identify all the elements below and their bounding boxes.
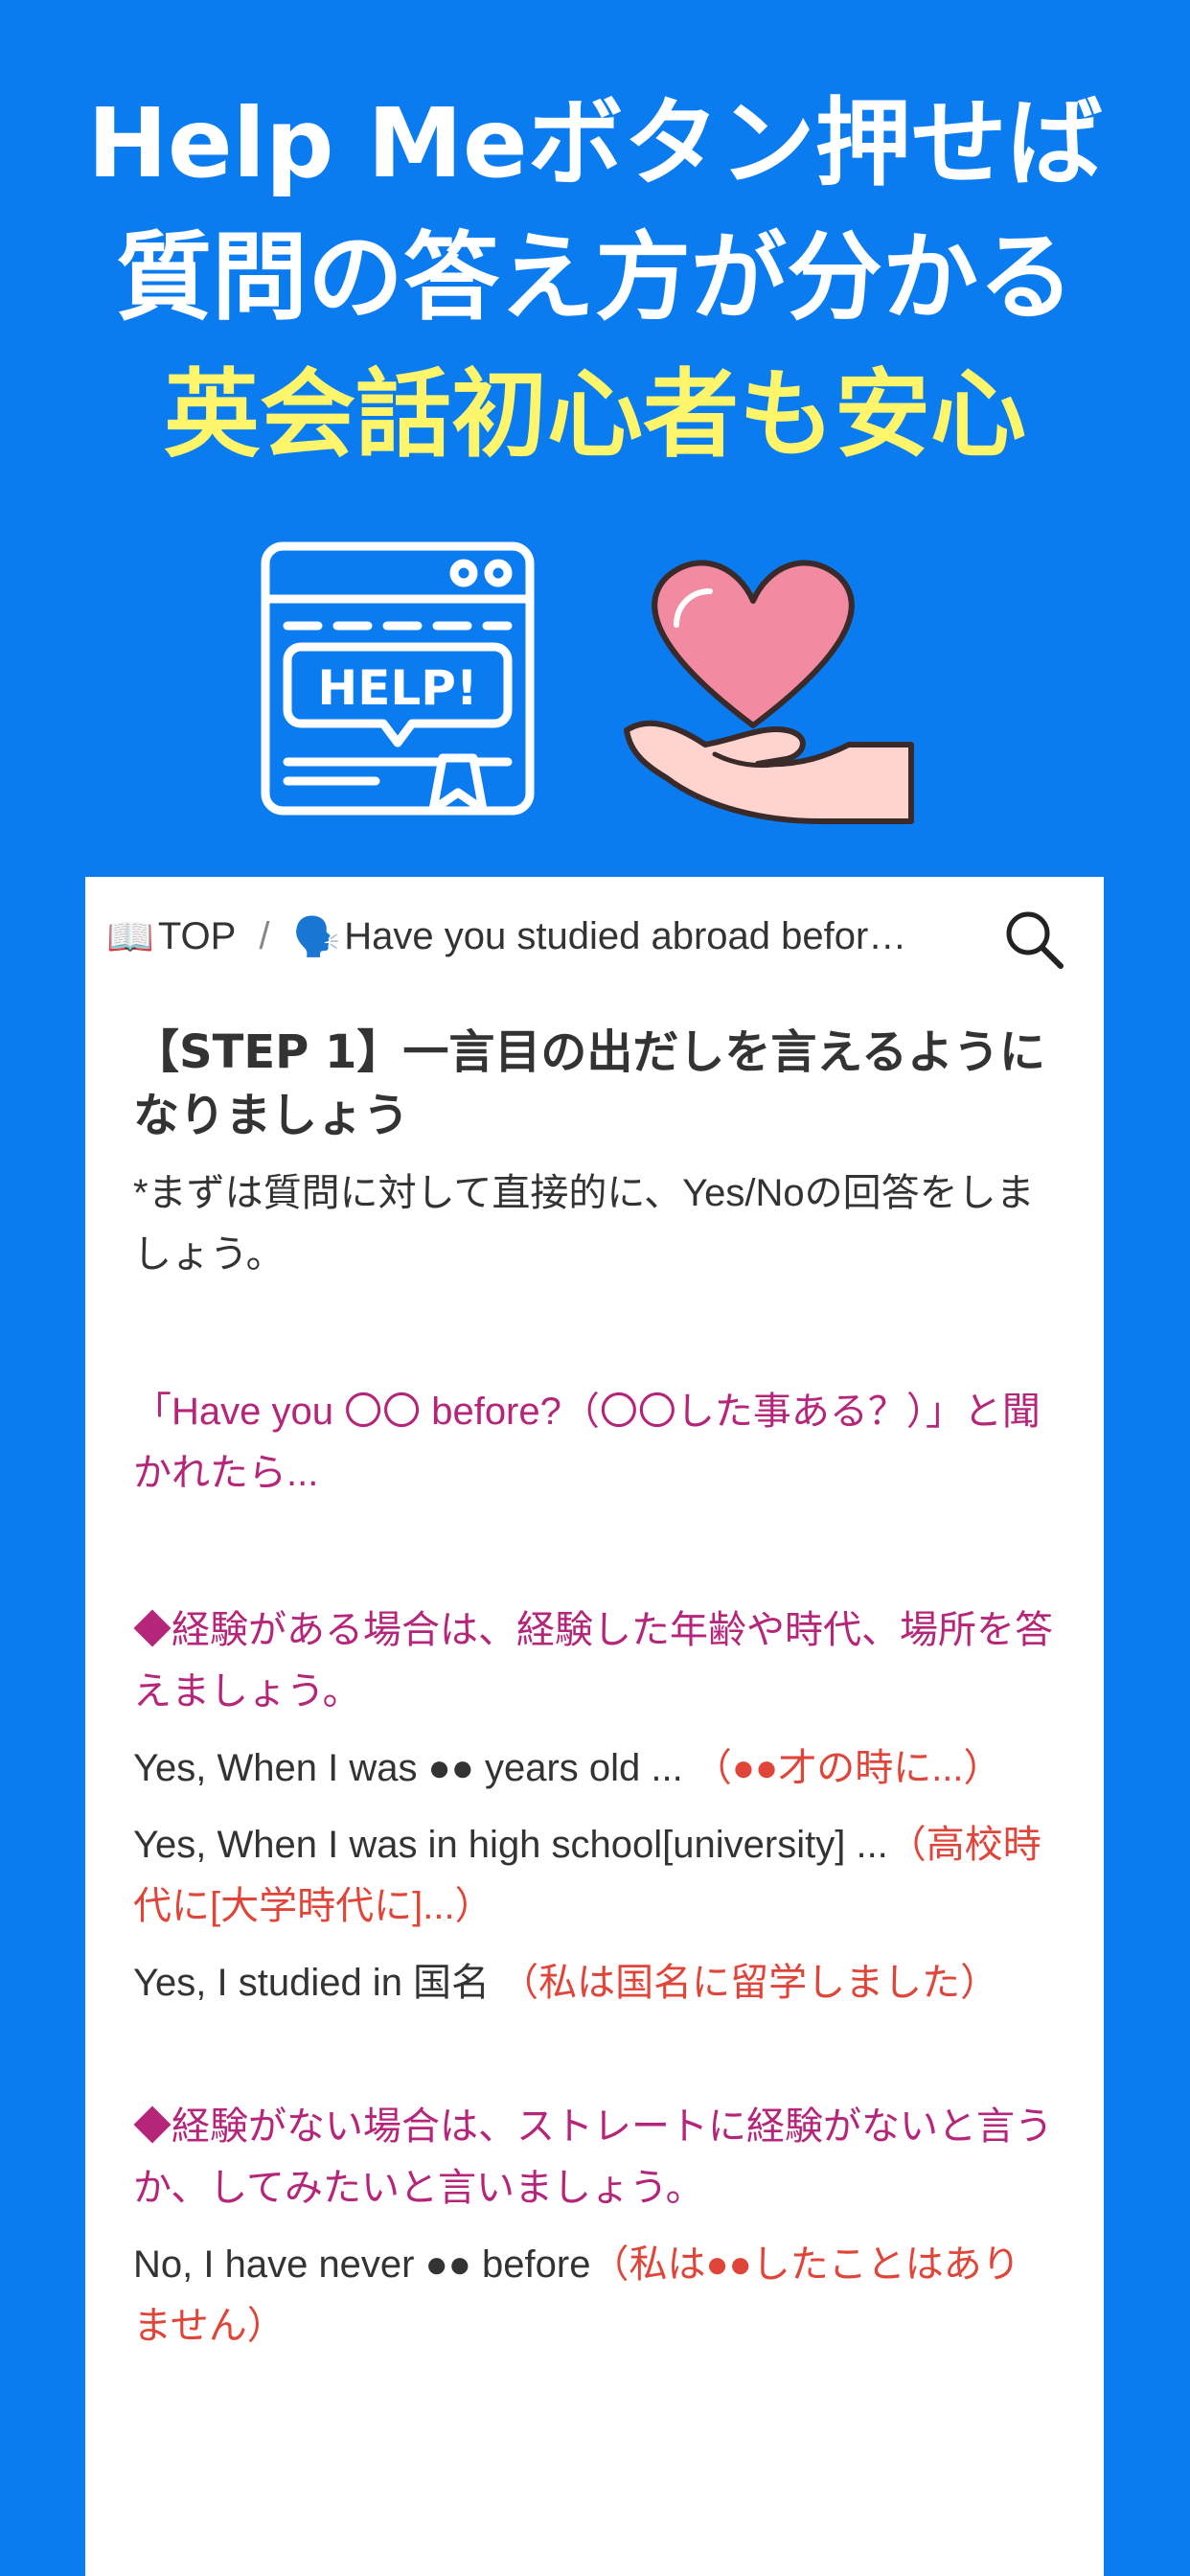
book-icon: 📖: [106, 916, 154, 958]
help-browser-icon: HELP!: [261, 541, 535, 816]
breadcrumb-question-label: Have you studied abroad befor…: [344, 915, 907, 957]
example-english: Yes, When I was in high school[universit…: [133, 1824, 888, 1866]
no-case-heading: ◆経験がない場合は、ストレートに経験がないと言うか、してみたいと言いましょう。: [133, 2105, 1053, 2209]
help-badge-text: HELP!: [317, 660, 477, 716]
breadcrumb: 📖 TOP / 🗣️ Have you studied abroad befor…: [85, 877, 1104, 997]
hero-headline-line3: 英会話初心者も安心: [164, 358, 1026, 471]
step-title: 【STEP 1】一言目の出だしを言えるようになりましょう: [133, 1025, 1045, 1142]
no-example: No, I have never ●● before（私は●●したことはありませ…: [133, 2234, 1053, 2357]
heart-in-hand-icon: [624, 560, 914, 824]
hero-headline-line1: Help Meボタン押せば: [87, 87, 1103, 199]
breadcrumb-separator: /: [259, 915, 270, 957]
example-translation: （私は国名に留学しました）: [500, 1962, 999, 2004]
search-icon[interactable]: [1002, 908, 1065, 971]
breadcrumb-current-question[interactable]: 🗣️ Have you studied abroad befor…: [292, 914, 906, 959]
example-english: No, I have never ●● before: [133, 2243, 591, 2286]
example-english: Yes, When I was ●● years old ...: [133, 1747, 694, 1789]
example-translation: （●●才の時に...）: [693, 1747, 1002, 1789]
breadcrumb-top-link[interactable]: 📖 TOP: [106, 914, 236, 959]
step-intro: *まずは質問に対して直接的に、Yes/Noの回答をしましょう。: [133, 1172, 1035, 1276]
step-content: 【STEP 1】一言目の出だしを言えるようになりましょう *まずは質問に対して直…: [133, 1021, 1053, 2357]
hero-headline-line2: 質問の答え方が分かる: [116, 221, 1074, 334]
yes-example: Yes, I studied in 国名 （私は国名に留学しました）: [133, 1952, 1053, 2013]
yes-example: Yes, When I was in high school[universit…: [133, 1814, 1053, 1937]
promo-hero: Help Meボタン押せば 質問の答え方が分かる 英会話初心者も安心 HELP!: [0, 0, 1190, 877]
yes-example: Yes, When I was ●● years old ... （●●才の時に…: [133, 1737, 1053, 1799]
example-english: Yes, I studied in 国名: [133, 1962, 501, 2004]
yes-case-heading: ◆経験がある場合は、経験した年齢や時代、場所を答えましょう。: [133, 1609, 1053, 1713]
breadcrumb-top-label: TOP: [157, 915, 237, 957]
question-prompt: 「Have you 〇〇 before?（〇〇した事ある？）」と聞かれたら...: [133, 1391, 1041, 1494]
speaking-head-icon: 🗣️: [292, 916, 341, 958]
article-card: 📖 TOP / 🗣️ Have you studied abroad befor…: [85, 877, 1104, 2576]
